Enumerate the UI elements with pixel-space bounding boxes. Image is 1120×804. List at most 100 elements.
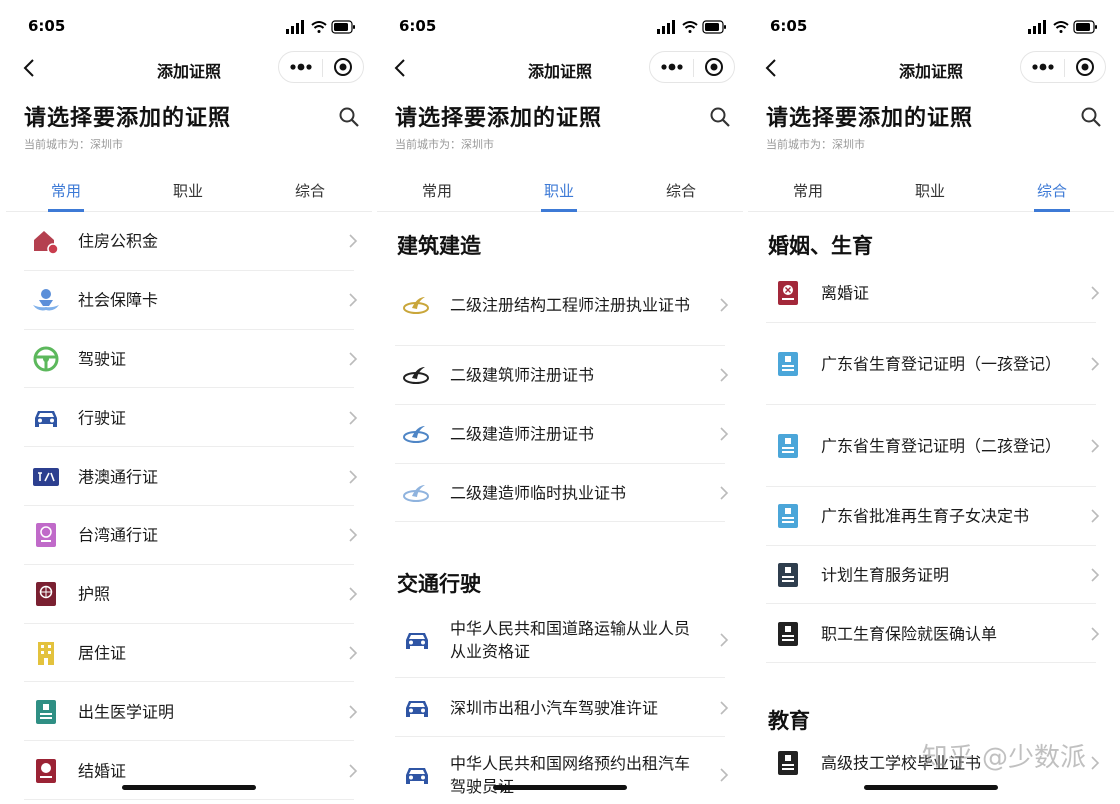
home-indicator [122, 785, 256, 790]
list-item[interactable]: 二级建造师临时执业证书 [377, 464, 743, 523]
miniprogram-capsule [278, 51, 364, 83]
list-item[interactable]: 社会保障卡 [6, 271, 372, 330]
status-time: 6:05 [399, 17, 437, 35]
car-icon [406, 700, 428, 717]
list-item-label: 二级注册结构工程师注册执业证书 [450, 295, 691, 315]
list-item[interactable]: 二级建筑师注册证书 [377, 346, 743, 405]
battery-icon [1073, 20, 1097, 34]
tab-common[interactable]: 常用 [26, 180, 106, 201]
list-item-label: 二级建造师注册证书 [450, 424, 595, 444]
list-item-label: 结婚证 [78, 761, 127, 781]
list-item[interactable]: 护照 [6, 565, 372, 624]
list-item-label: 深圳市出租小汽车驾驶准许证 [450, 698, 659, 718]
chevron-right-icon [720, 298, 729, 312]
list-item[interactable]: 深圳市出租小汽车驾驶准许证 [377, 678, 743, 738]
phone-screen-general: 6:05 添加证照 请选择要添加的证照 当前城市为：深圳市 常用 职业 综合 婚… [748, 0, 1114, 804]
list-item[interactable]: 港澳通行证 [6, 447, 372, 506]
list-item-label: 广东省生育登记证明（一孩登记） [821, 354, 1062, 374]
list-item[interactable]: 中华人民共和国网络预约出租汽车驾驶员证 [377, 737, 743, 804]
list-item[interactable]: 出生医学证明 [6, 682, 372, 742]
tab-general[interactable]: 综合 [270, 180, 350, 201]
battery-icon [331, 20, 355, 34]
chevron-right-icon [1091, 439, 1100, 453]
list-item-label: 职工生育保险就医确认单 [821, 624, 998, 644]
watermark: 知乎 @少数派 [921, 743, 1086, 773]
list-item[interactable]: 台湾通行证 [6, 506, 372, 565]
list-item[interactable]: 驾驶证 [6, 330, 372, 389]
more-dots-icon[interactable] [279, 52, 322, 82]
city-prefix: 当前城市为： [24, 138, 90, 151]
tab-general[interactable]: 综合 [641, 180, 721, 201]
page-heading: 请选择要添加的证照 [24, 106, 232, 131]
divider [766, 662, 1096, 664]
list-item-label: 居住证 [78, 643, 127, 663]
home-indicator [864, 785, 998, 790]
chevron-right-icon [349, 352, 358, 366]
current-city: 当前城市为：深圳市 [766, 136, 865, 152]
id-card-blue-icon [778, 433, 798, 458]
tab-profession[interactable]: 职业 [148, 180, 228, 201]
tab-common[interactable]: 常用 [397, 180, 477, 201]
more-dots-icon[interactable] [650, 52, 693, 82]
status-bar: 6:05 [748, 0, 1114, 52]
chevron-right-icon [349, 411, 358, 425]
battery-icon [702, 20, 726, 34]
list-item[interactable]: 居住证 [6, 624, 372, 683]
chevron-right-icon [1091, 509, 1100, 523]
list-item[interactable]: 结婚证 [6, 741, 372, 800]
list-item[interactable]: 离婚证 [748, 264, 1114, 323]
status-icons [657, 20, 726, 34]
construction-logo-dark-icon [403, 367, 429, 385]
list-item[interactable]: 二级注册结构工程师注册执业证书 [377, 264, 743, 346]
search-icon[interactable] [338, 106, 360, 128]
list-item-label: 广东省生育登记证明（二孩登记） [821, 436, 1062, 456]
passport-icon [36, 582, 56, 607]
list-item[interactable]: 广东省生育登记证明（一孩登记） [748, 323, 1114, 405]
tab-common[interactable]: 常用 [768, 180, 848, 201]
list-item[interactable]: 职工生育保险就医确认单 [748, 604, 1114, 664]
chevron-right-icon [349, 293, 358, 307]
certificate-list: 建筑建造 二级注册结构工程师注册执业证书 二级建筑师注册证书 二级建造师注册证书 [377, 212, 743, 804]
chevron-right-icon [1091, 286, 1100, 300]
list-item[interactable]: 住房公积金 [6, 212, 372, 271]
category-tabs: 常用 职业 综合 [377, 172, 743, 212]
list-item[interactable]: 广东省生育登记证明（二孩登记） [748, 405, 1114, 487]
taiwan-permit-icon [36, 523, 56, 548]
status-bar: 6:05 [6, 0, 372, 52]
list-item[interactable]: 广东省批准再生育子女决定书 [748, 487, 1114, 546]
page-heading: 请选择要添加的证照 [395, 106, 603, 131]
more-dots-icon[interactable] [1021, 52, 1064, 82]
list-item[interactable]: 计划生育服务证明 [748, 546, 1114, 605]
list-item-label: 行驶证 [78, 408, 127, 428]
signal-icon [286, 20, 304, 34]
page-heading: 请选择要添加的证照 [766, 106, 974, 131]
close-target-icon[interactable] [1065, 52, 1107, 82]
close-target-icon[interactable] [694, 52, 736, 82]
tab-general[interactable]: 综合 [1012, 180, 1092, 201]
city-prefix: 当前城市为： [395, 138, 461, 151]
id-card-dark-icon [778, 621, 798, 646]
chevron-right-icon [349, 528, 358, 542]
close-target-icon[interactable] [323, 52, 365, 82]
car-icon [35, 410, 57, 427]
home-indicator [493, 785, 627, 790]
chevron-right-icon [1091, 627, 1100, 641]
chevron-right-icon [1091, 357, 1100, 371]
list-item[interactable]: 二级建造师注册证书 [377, 405, 743, 464]
nav-bar: 添加证照 [6, 46, 372, 90]
list-item-label: 离婚证 [821, 283, 870, 303]
certificate-list: 住房公积金 社会保障卡 驾驶证 行驶证 港澳通行证 台湾通行证 护照 居住证 出… [6, 212, 372, 800]
phone-screen-profession: 6:05 添加证照 请选择要添加的证照 当前城市为：深圳市 常用 职业 综合 建… [377, 0, 743, 804]
list-item-label: 住房公积金 [78, 231, 159, 251]
search-icon[interactable] [709, 106, 731, 128]
city-name: 深圳市 [461, 138, 494, 151]
list-item[interactable]: 中华人民共和国道路运输从业人员从业资格证 [377, 602, 743, 679]
chevron-right-icon [720, 768, 729, 782]
list-item[interactable]: 行驶证 [6, 388, 372, 448]
tab-profession[interactable]: 职业 [890, 180, 970, 201]
tab-profession[interactable]: 职业 [519, 180, 599, 201]
chevron-right-icon [349, 470, 358, 484]
building-icon [38, 641, 54, 665]
search-icon[interactable] [1080, 106, 1102, 128]
